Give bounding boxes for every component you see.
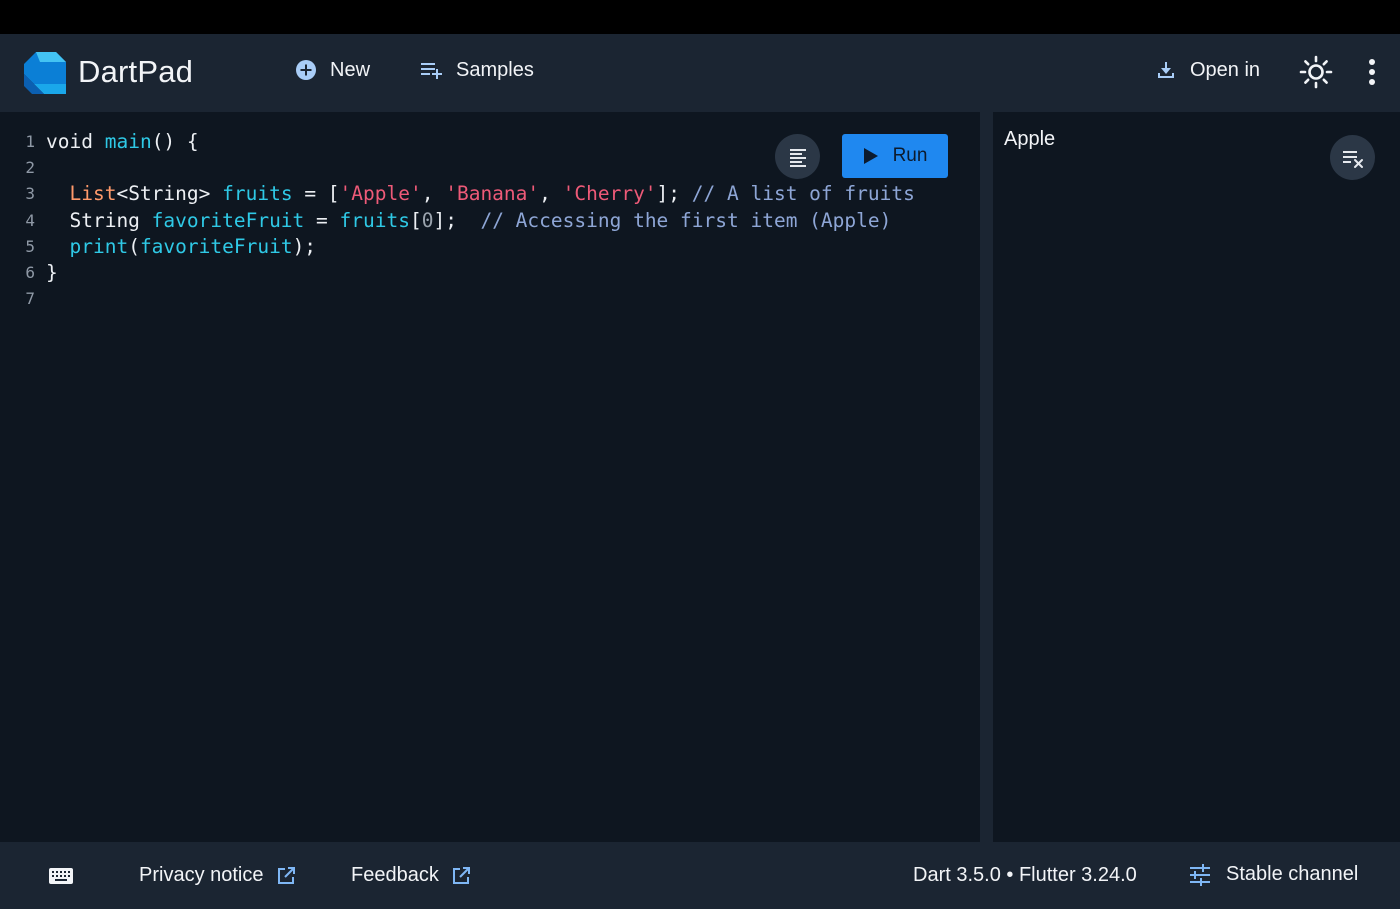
feedback-label: Feedback (351, 864, 439, 886)
string-literal: 'Cherry' (562, 182, 657, 206)
code-text: } (46, 261, 58, 285)
run-button[interactable]: Run (842, 134, 948, 178)
output-text: Apple (1004, 128, 1056, 150)
line-number: 3 (25, 184, 35, 204)
format-button[interactable] (775, 134, 820, 179)
line-number: 2 (25, 157, 35, 177)
generic-type: <String> (116, 182, 223, 206)
code-comment: // A list of fruits (691, 182, 915, 206)
code-line: 4 String favoriteFruit = fruits[0]; // A… (0, 207, 915, 233)
code-line: 7 (0, 286, 915, 312)
channel-selector[interactable]: Stable channel (1188, 863, 1358, 886)
add-circle-icon (294, 58, 318, 82)
code-comment: // Accessing the first item (Apple) (480, 208, 892, 232)
punctuation: , (421, 182, 446, 206)
punctuation: [ (409, 208, 422, 232)
number-literal: 0 (421, 208, 434, 232)
theme-toggle-button[interactable] (1298, 54, 1334, 90)
punctuation: , (539, 182, 563, 206)
open-in-label: Open in (1190, 58, 1261, 81)
external-link-icon (452, 866, 470, 884)
punctuation: ( (128, 234, 140, 258)
code-text: String favoriteFruit = fruits[0]; // Acc… (46, 209, 891, 232)
line-number: 5 (25, 236, 35, 256)
new-label: New (330, 58, 371, 81)
external-link-icon (277, 866, 295, 884)
variable-name: fruits (222, 182, 293, 206)
variable-ref: favoriteFruit (139, 234, 293, 258)
keyboard-icon[interactable] (48, 866, 74, 886)
play-icon (863, 148, 878, 164)
type-name: List (69, 182, 117, 206)
split-divider[interactable] (980, 112, 993, 842)
string-literal: 'Apple' (339, 182, 422, 206)
channel-label: Stable channel (1226, 863, 1359, 885)
new-button[interactable]: New (294, 58, 370, 82)
code-text: print(favoriteFruit); (46, 235, 316, 258)
app-bar: DartPad New Samples Open in (0, 34, 1400, 112)
more-vert-icon (1369, 59, 1375, 85)
function-name: print (69, 234, 129, 258)
punctuation: ]; (656, 182, 692, 206)
line-number: 6 (25, 263, 35, 283)
samples-label: Samples (456, 58, 534, 81)
status-bar: Privacy notice Feedback Dart 3.5.0 • Flu… (0, 842, 1400, 909)
console-output: Apple (993, 112, 1400, 842)
type-name: String (69, 208, 152, 232)
download-icon (1154, 58, 1178, 82)
playlist-add-icon (420, 58, 444, 82)
line-number: 1 (25, 131, 35, 151)
clear-output-icon (1342, 150, 1363, 168)
punctuation: ); (292, 234, 317, 258)
top-strip (0, 0, 1400, 34)
punctuation: = [ (292, 182, 340, 206)
variable-name: favoriteFruit (151, 208, 305, 232)
punctuation: ]; (433, 208, 481, 232)
line-number: 4 (25, 210, 35, 230)
version-info: Dart 3.5.0 • Flutter 3.24.0 (913, 864, 1137, 886)
samples-button[interactable]: Samples (420, 58, 534, 82)
dart-logo (24, 52, 66, 94)
app-title: DartPad (78, 54, 194, 89)
code-text: void main() { (46, 130, 199, 153)
punctuation: () { (151, 129, 199, 153)
code-line: 3 List<String> fruits = ['Apple', 'Banan… (0, 181, 915, 207)
keyword: void (46, 129, 93, 153)
format-align-icon (789, 148, 806, 167)
run-label: Run (892, 145, 928, 166)
tune-icon (1190, 863, 1210, 886)
code-line: 6 } (0, 259, 915, 285)
clear-output-button[interactable] (1330, 135, 1375, 180)
sun-icon (1299, 55, 1333, 89)
privacy-label: Privacy notice (139, 864, 264, 886)
line-number: 7 (25, 289, 35, 309)
string-literal: 'Banana' (445, 182, 540, 206)
code-line: 5 print(favoriteFruit); (0, 233, 915, 259)
function-name: main (104, 129, 152, 153)
code-editor[interactable]: 1 void main() { 2 3 List<String> fruits … (0, 112, 980, 842)
code-text: List<String> fruits = ['Apple', 'Banana'… (46, 182, 915, 206)
more-menu-button[interactable] (1358, 54, 1386, 90)
variable-ref: fruits (339, 208, 410, 232)
open-in-button[interactable]: Open in (1154, 58, 1260, 82)
feedback-link[interactable]: Feedback (351, 864, 471, 887)
privacy-notice-link[interactable]: Privacy notice (139, 864, 296, 887)
punctuation: = (304, 208, 340, 232)
